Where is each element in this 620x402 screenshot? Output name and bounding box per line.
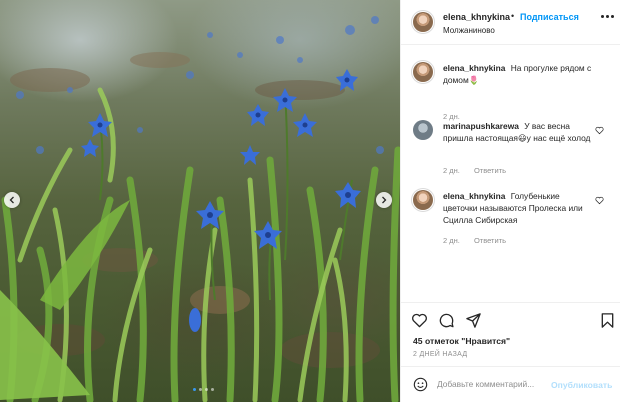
previous-photo-button[interactable] <box>4 192 20 208</box>
carousel-dot <box>193 388 196 391</box>
comment-time[interactable]: 2 дн. <box>443 236 460 245</box>
like-comment-heart-icon[interactable] <box>595 196 604 205</box>
chevron-right-icon <box>382 196 387 204</box>
reply-button[interactable]: Ответить <box>474 166 506 175</box>
comment-text: elena_khnykina Голубенькие цветочки назы… <box>443 190 593 226</box>
location-link[interactable]: Молжаниново <box>443 26 495 35</box>
like-comment-heart-icon[interactable] <box>595 126 604 135</box>
post-actions: 45 отметок "Нравится" 2 ДНЕЙ НАЗАД <box>401 302 620 372</box>
comment-username[interactable]: elena_khnykina <box>443 191 505 201</box>
chevron-left-icon <box>9 196 14 204</box>
share-icon[interactable] <box>465 312 482 329</box>
comments-list: elena_khnykina На прогулке рядом с домом… <box>401 46 620 302</box>
comment-username[interactable]: elena_khnykina <box>443 63 505 73</box>
comment-input[interactable] <box>437 375 567 393</box>
reply-button[interactable]: Ответить <box>474 236 506 245</box>
post-timestamp: 2 ДНЕЙ НАЗАД <box>413 351 468 358</box>
avatar[interactable] <box>413 12 433 32</box>
comment-icon[interactable] <box>438 312 455 329</box>
separator-dot: • <box>511 11 515 21</box>
post-photo[interactable] <box>0 0 400 402</box>
comment-time[interactable]: 2 дн. <box>443 166 460 175</box>
post-sidebar: elena_khnykina • Подписаться Молжаниново… <box>400 0 620 402</box>
carousel-dot <box>205 388 208 391</box>
likes-suffix: "Нравится" <box>461 336 511 346</box>
author-username[interactable]: elena_khnykina <box>443 12 510 22</box>
next-photo-button[interactable] <box>376 192 392 208</box>
comment-username[interactable]: marinapushkarewa <box>443 121 519 131</box>
add-comment-bar: Опубликовать <box>401 366 620 402</box>
carousel-dot <box>199 388 202 391</box>
carousel-indicator <box>193 388 214 391</box>
emoji-icon[interactable] <box>413 377 428 392</box>
scilla-flowers-image <box>0 16 400 402</box>
comment-text: elena_khnykina На прогулке рядом с домом… <box>443 62 593 86</box>
comment-meta: 2 дн. Ответить <box>443 236 518 245</box>
carousel-dot <box>211 388 214 391</box>
more-options-icon[interactable] <box>601 15 614 18</box>
likes-number: 45 отметок <box>413 336 459 346</box>
avatar[interactable] <box>413 120 433 140</box>
likes-count[interactable]: 45 отметок "Нравится" <box>413 336 510 346</box>
follow-button[interactable]: Подписаться <box>520 12 579 22</box>
avatar[interactable] <box>413 190 433 210</box>
comment-meta: 2 дн. Ответить <box>443 166 518 175</box>
heart-icon[interactable] <box>411 312 428 329</box>
publish-button[interactable]: Опубликовать <box>551 380 612 390</box>
comment-text: marinapushkarewa У вас весна пришла наст… <box>443 120 593 144</box>
post-header: elena_khnykina • Подписаться Молжаниново <box>401 0 620 45</box>
bookmark-icon[interactable] <box>599 312 616 329</box>
avatar[interactable] <box>413 62 433 82</box>
